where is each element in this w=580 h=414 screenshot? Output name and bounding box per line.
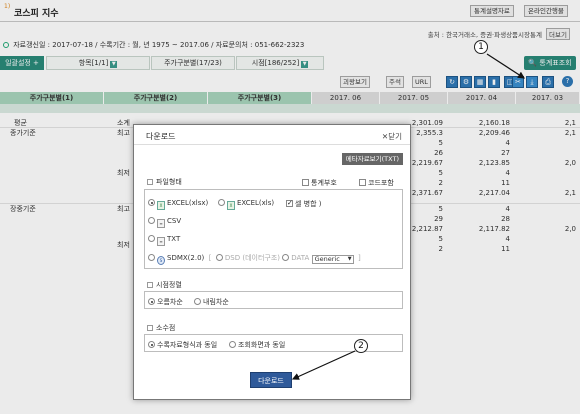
sort-desc-label: 내림차순 (203, 298, 229, 306)
download-modal: 다운로드 ✕닫기 메타자료보기(TXT) 파일형태 통계부호 코드포함 X EXC… (133, 124, 411, 400)
txt-file-icon: ≡ (157, 237, 165, 246)
download-button[interactable]: 다운로드 (250, 372, 292, 388)
txt-radio[interactable] (148, 235, 155, 242)
excel-icon: X (227, 201, 235, 210)
sort-asc-radio[interactable] (148, 298, 155, 305)
sort-desc-radio[interactable] (194, 298, 201, 305)
txt-option[interactable]: ≡ TXT (148, 235, 180, 246)
sdmx-label: SDMX(2.0) (167, 254, 205, 262)
csv-radio[interactable] (148, 217, 155, 224)
decimal-label: 소수점 (156, 324, 176, 332)
decimal-as-view-radio[interactable] (229, 341, 236, 348)
xlsx-radio[interactable] (148, 199, 155, 206)
sdmx-radio[interactable] (148, 254, 155, 261)
sort-asc-label: 오름차순 (157, 298, 183, 306)
data-radio[interactable] (282, 254, 290, 261)
decimal-as-view-option[interactable]: 조회화면과 동일 (229, 340, 285, 350)
data-label: DATA (291, 254, 310, 262)
sdmx-icon: S (157, 256, 165, 265)
stat-symbol-checkbox[interactable] (302, 179, 309, 186)
modal-title: 다운로드 (146, 132, 176, 141)
code-include-checkbox[interactable] (359, 179, 366, 186)
sdmx-type-value: Generic (314, 255, 340, 263)
sdmx-bracket-close: ] (355, 254, 361, 262)
decimal-section-label: 소수점 (147, 323, 175, 333)
xls-label: EXCEL(xls) (237, 199, 275, 207)
dsd-label: DSD (데이터구조) (224, 254, 281, 262)
callout-2: 2 (354, 339, 368, 353)
stat-symbol-option[interactable]: 통계부호 (302, 178, 337, 188)
callout-1: 1 (474, 40, 488, 54)
txt-label: TXT (167, 235, 181, 243)
xls-option[interactable]: X EXCEL(xls) (218, 199, 274, 210)
xls-radio[interactable] (218, 199, 225, 206)
modal-close-label: 닫기 (388, 132, 402, 141)
file-format-section-label: 파일형태 (147, 177, 182, 187)
sdmx-bracket-open: [ (206, 254, 214, 262)
merge-cells-paren: ) (316, 200, 322, 208)
decimal-as-stored-radio[interactable] (148, 341, 155, 348)
csv-label: CSV (167, 217, 182, 225)
file-format-bullet-icon (147, 179, 153, 185)
code-include-label: 코드포함 (368, 179, 394, 187)
decimal-bullet-icon (147, 325, 153, 331)
merge-cells-option[interactable]: 셀 병합 ) (286, 199, 322, 209)
decimal-as-view-label: 조회화면과 동일 (238, 341, 286, 349)
csv-option[interactable]: ≡ CSV (148, 217, 181, 228)
merge-cells-checkbox[interactable] (286, 199, 293, 207)
modal-header: 다운로드 ✕닫기 (134, 125, 410, 145)
xlsx-option[interactable]: X EXCEL(xlsx) (148, 199, 208, 210)
dsd-radio[interactable] (215, 254, 223, 261)
sort-asc-option[interactable]: 오름차순 (148, 297, 183, 307)
merge-cells-label: 셀 병합 (295, 200, 317, 208)
modal-close-button[interactable]: ✕닫기 (382, 131, 402, 142)
period-sort-section-label: 시점정렬 (147, 280, 182, 290)
csv-file-icon: ≡ (157, 219, 165, 228)
xlsx-label: EXCEL(xlsx) (167, 199, 209, 207)
decimal-as-stored-option[interactable]: 수록자료형식과 동일 (148, 340, 217, 350)
stat-symbol-label: 통계부호 (311, 179, 337, 187)
code-include-option[interactable]: 코드포함 (359, 178, 394, 188)
period-sort-bullet-icon (147, 282, 153, 288)
excel-icon: X (157, 201, 165, 210)
period-sort-label: 시점정렬 (156, 281, 182, 289)
sdmx-type-select[interactable]: Generic (311, 255, 354, 264)
meta-view-button[interactable]: 메타자료보기(TXT) (341, 153, 403, 165)
decimal-as-stored-label: 수록자료형식과 동일 (157, 341, 218, 349)
file-format-label: 파일형태 (156, 178, 182, 186)
sdmx-option[interactable]: SSDMX(2.0) [ DSD (데이터구조) DATA Generic ] (148, 253, 361, 265)
sort-desc-option[interactable]: 내림차순 (194, 297, 229, 307)
